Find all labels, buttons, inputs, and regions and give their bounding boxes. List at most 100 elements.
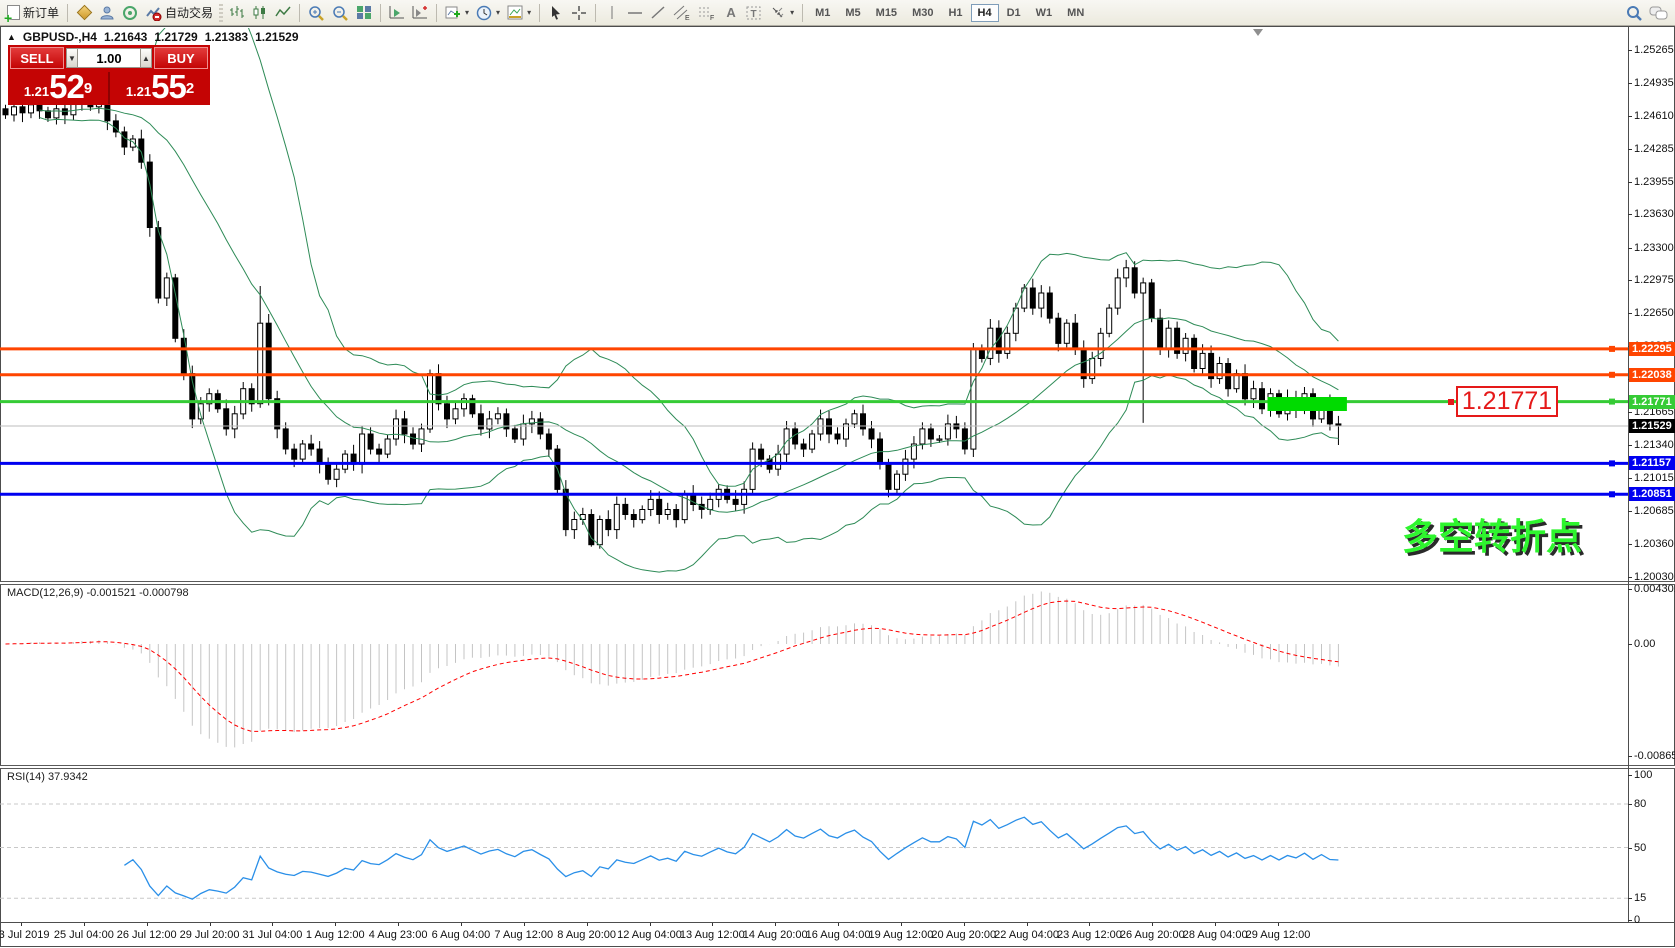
sell-button[interactable]: SELL [10, 47, 64, 69]
price-axis-line [1628, 26, 1629, 923]
buy-price-pip: 2 [186, 71, 194, 107]
turning-point-annotation[interactable]: 多空转折点 [1402, 508, 1582, 560]
buy-price-display[interactable]: 1.21 55 2 [110, 71, 210, 105]
rsi-tick-label: 15 [1634, 892, 1646, 904]
market-profile-button[interactable] [73, 2, 95, 24]
chart-shift-icon [412, 5, 428, 20]
timeframe-m1[interactable]: M1 [808, 4, 837, 22]
bar-low: 1.21383 [205, 30, 248, 44]
rsi-tick-mark [1628, 920, 1632, 921]
date-tick-mark [650, 923, 651, 926]
macd-pane-canvas[interactable] [0, 585, 1628, 764]
rsi-tick-label: 0 [1634, 914, 1640, 926]
separator [595, 4, 596, 22]
chart-shift-marker[interactable] [1253, 29, 1263, 36]
zoom-out-button[interactable] [329, 2, 352, 24]
search-button[interactable] [1623, 2, 1646, 24]
pane-separator[interactable] [0, 581, 1675, 585]
timeframe-h1[interactable]: H1 [941, 4, 969, 22]
timeframe-mn[interactable]: MN [1060, 4, 1091, 22]
templates-button[interactable]: ▾ [504, 2, 534, 24]
timeframe-m15[interactable]: M15 [869, 4, 904, 22]
candlestick-chart-button[interactable] [249, 2, 271, 24]
date-tick-mark [335, 923, 336, 926]
indicators-button[interactable]: ▾ [442, 2, 472, 24]
timeframe-m30[interactable]: M30 [905, 4, 940, 22]
price-tick-mark [1628, 412, 1632, 413]
chart-shift-button[interactable] [409, 2, 431, 24]
date-tick-mark [587, 923, 588, 926]
chat-icon [1649, 5, 1668, 21]
new-order-button[interactable]: + 新订单 [4, 2, 62, 24]
horizontal-line-button[interactable] [624, 2, 646, 24]
symbol-info-bar: ▲ GBPUSD-,H4 1.21643 1.21729 1.21383 1.2… [7, 30, 299, 44]
date-label: 1 Aug 12:00 [306, 929, 365, 941]
timeframe-m5[interactable]: M5 [838, 4, 867, 22]
price-tick-mark [1628, 248, 1632, 249]
equidistant-channel-button[interactable]: E [670, 2, 694, 24]
buy-button[interactable]: BUY [154, 47, 208, 69]
search-icon [1626, 5, 1643, 21]
price-tick-mark [1628, 182, 1632, 183]
separator [67, 4, 68, 22]
vertical-line-button[interactable] [601, 2, 623, 24]
text-button[interactable]: A [720, 2, 742, 24]
trendline-button[interactable] [647, 2, 669, 24]
date-tick-mark [210, 923, 211, 926]
collapse-panel-icon[interactable]: ▲ [7, 32, 16, 42]
rsi-tick-label: 50 [1634, 842, 1646, 854]
date-label: 13 Aug 12:00 [680, 929, 745, 941]
market-profile-icon [76, 5, 92, 21]
chat-button[interactable] [1646, 2, 1671, 24]
price-tick-label: 1.20685 [1634, 505, 1674, 517]
line-chart-button[interactable] [272, 2, 294, 24]
timeframe-d1[interactable]: D1 [1000, 4, 1028, 22]
volume-decrease-button[interactable]: ▼ [66, 48, 78, 68]
text-label-button[interactable]: T [743, 2, 766, 24]
tile-windows-button[interactable] [353, 2, 375, 24]
price-line-label: 1.21157 [1629, 456, 1675, 470]
bar-chart-button[interactable] [226, 2, 248, 24]
level-price-label[interactable]: 1.21771 [1456, 386, 1558, 417]
crosshair-button[interactable] [568, 2, 590, 24]
timeframe-h4[interactable]: H4 [971, 4, 999, 22]
macd-tick-mark [1628, 644, 1632, 645]
date-tick-mark [524, 923, 525, 926]
data-window-button[interactable] [96, 2, 118, 24]
mt4-trading-platform: + 新订单 自动交易 [0, 0, 1675, 948]
pane-separator[interactable] [0, 765, 1675, 769]
navigator-icon [122, 5, 138, 21]
fibonacci-button[interactable]: F [695, 2, 719, 24]
periods-clock-icon [476, 5, 492, 21]
main-chart-canvas[interactable] [0, 28, 1628, 580]
rsi-tick-label: 80 [1634, 798, 1646, 810]
periods-button[interactable]: ▾ [473, 2, 503, 24]
sell-price-big: 52 [49, 72, 84, 102]
new-order-icon: + [7, 5, 20, 20]
autoscroll-button[interactable] [386, 2, 408, 24]
zoom-in-button[interactable] [305, 2, 328, 24]
bar-close: 1.21529 [255, 30, 298, 44]
rsi-tick-mark [1628, 775, 1632, 776]
volume-increase-button[interactable]: ▲ [140, 48, 152, 68]
price-line-label: 1.20851 [1629, 487, 1675, 501]
price-line-label: 1.22295 [1629, 342, 1675, 356]
rsi-pane-canvas[interactable] [0, 769, 1628, 922]
date-label: 31 Jul 04:00 [242, 929, 302, 941]
navigator-button[interactable] [119, 2, 141, 24]
timeframe-w1[interactable]: W1 [1029, 4, 1060, 22]
sell-price-prefix: 1.21 [24, 82, 49, 102]
autotrading-label: 自动交易 [165, 4, 213, 21]
separator [802, 4, 803, 22]
sell-price-display[interactable]: 1.21 52 9 [8, 71, 108, 105]
cursor-button[interactable] [545, 2, 567, 24]
arrows-button[interactable]: ▾ [767, 2, 797, 24]
autotrading-button[interactable]: 自动交易 [142, 2, 216, 24]
rsi-tick-label: 100 [1634, 769, 1652, 781]
macd-tick-mark [1628, 756, 1632, 757]
crosshair-icon [571, 5, 587, 21]
date-tick-mark [964, 923, 965, 926]
price-tick-label: 1.24935 [1634, 77, 1674, 89]
templates-icon [507, 5, 523, 20]
volume-input[interactable] [78, 48, 140, 68]
